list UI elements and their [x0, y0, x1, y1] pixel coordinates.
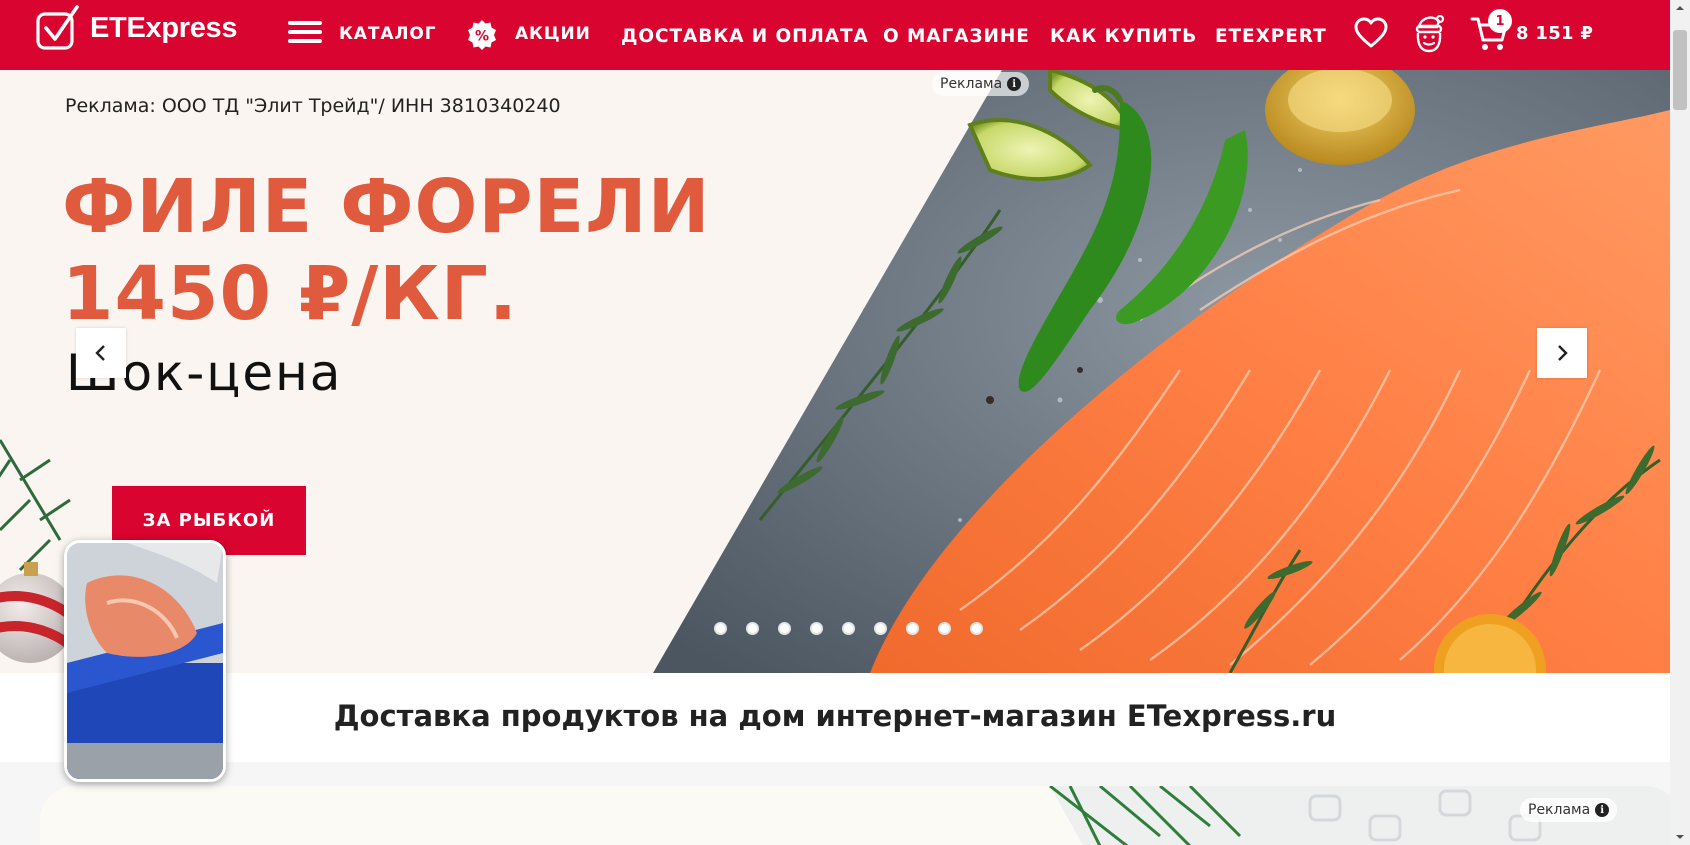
nav-about[interactable]: О МАГАЗИНЕ [883, 26, 1030, 47]
ad-label-2-text: Реклама [1528, 802, 1591, 818]
burger-menu-icon[interactable] [288, 16, 322, 50]
slider-dots [714, 622, 983, 635]
slider-dot[interactable] [746, 622, 759, 635]
video-preview [67, 543, 223, 779]
promo-banner[interactable]: Реклама: ООО ТД "Элит Трейд"/ ИНН 381034… [0, 70, 1670, 673]
slider-dot[interactable] [842, 622, 855, 635]
logo-check-icon [36, 5, 79, 50]
nav-delivery[interactable]: ДОСТАВКА И ОПЛАТА [621, 26, 869, 47]
heart-icon[interactable] [1354, 17, 1388, 49]
nav-how-to-buy[interactable]: КАК КУПИТЬ [1050, 26, 1197, 47]
ad-disclosure: Реклама: ООО ТД "Элит Трейд"/ ИНН 381034… [65, 95, 561, 117]
nav-catalog[interactable]: КАТАЛОГ [339, 24, 437, 44]
site-header: ETExpress КАТАЛОГ % АКЦИИ ДОСТАВКА И ОПЛ… [0, 0, 1670, 70]
chevron-left-icon [95, 345, 105, 361]
title-section: Доставка продуктов на дом интернет-магаз… [0, 673, 1670, 762]
cart-total[interactable]: 8 151 ₽ [1516, 23, 1593, 44]
slider-dot[interactable] [778, 622, 791, 635]
video-popup[interactable] [64, 540, 226, 782]
logo[interactable]: ETExpress [36, 4, 238, 52]
info-icon: i [1595, 803, 1610, 817]
cart-count-badge: 1 [1488, 9, 1512, 33]
banner-headline: ФИЛЕ ФОРЕЛИ 1450 ₽/КГ. [62, 164, 711, 338]
scrollbar-thumb[interactable] [1673, 30, 1687, 110]
info-icon: i [1007, 77, 1022, 91]
page: ETExpress КАТАЛОГ % АКЦИИ ДОСТАВКА И ОПЛ… [0, 0, 1690, 845]
headline-line-1: ФИЛЕ ФОРЕЛИ [62, 164, 711, 250]
page-title: Доставка продуктов на дом интернет-магаз… [333, 699, 1337, 733]
scrollbar[interactable] [1670, 0, 1690, 845]
ad-label-2[interactable]: Реклама i [1520, 798, 1618, 822]
chevron-right-icon [1558, 345, 1568, 361]
next-banner-art [1049, 786, 1670, 845]
next-slide-button[interactable] [1537, 328, 1587, 378]
next-banner-section: Реклама i [0, 762, 1670, 845]
slider-dot[interactable] [714, 622, 727, 635]
logo-text: ETExpress [90, 11, 238, 44]
percent-badge-icon[interactable]: % [466, 19, 498, 51]
nav-etexpert[interactable]: ETEXPERT [1215, 26, 1327, 47]
ad-label-text: Реклама [940, 76, 1003, 92]
slider-dot[interactable] [874, 622, 887, 635]
next-banner-card[interactable] [40, 786, 1670, 845]
slider-dot[interactable] [810, 622, 823, 635]
headline-line-2: 1450 ₽/КГ. [62, 251, 518, 337]
slider-dot[interactable] [970, 622, 983, 635]
svg-text:%: % [475, 29, 489, 45]
nav-promo[interactable]: АКЦИИ [515, 24, 591, 44]
prev-slide-button[interactable] [76, 328, 126, 378]
slider-dot[interactable] [906, 622, 919, 635]
ad-label[interactable]: Реклама i [932, 72, 1030, 96]
santa-icon[interactable] [1413, 13, 1445, 53]
slider-dot[interactable] [938, 622, 951, 635]
scroll-up-arrow-icon[interactable] [1673, 3, 1687, 13]
scroll-down-arrow-icon[interactable] [1673, 832, 1687, 842]
